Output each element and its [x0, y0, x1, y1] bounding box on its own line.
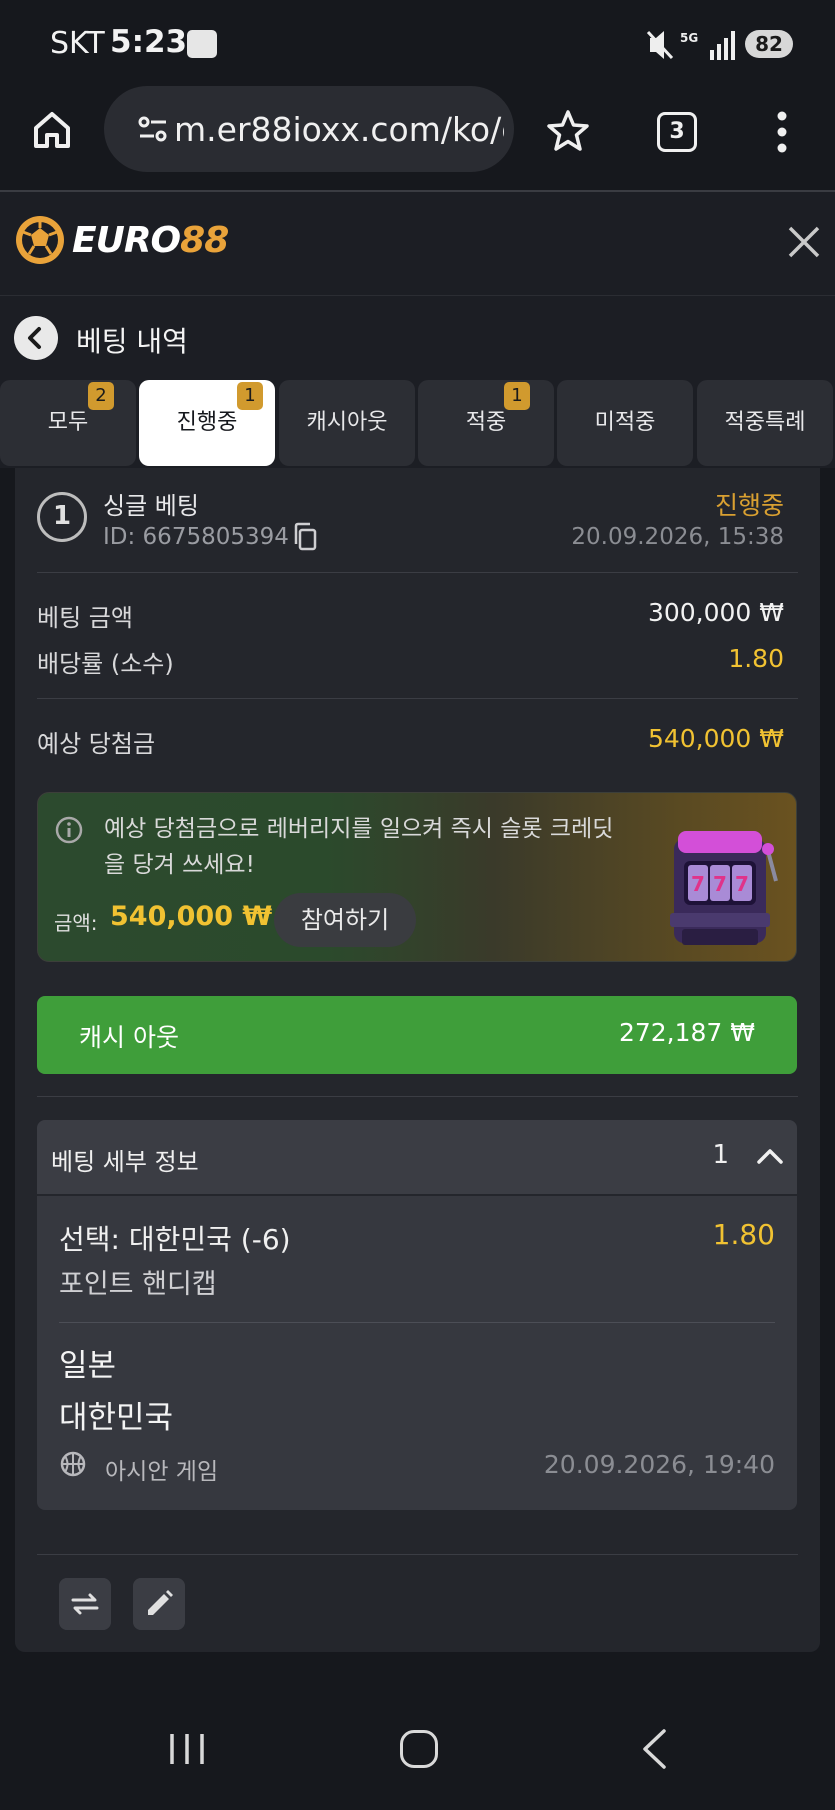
- team-home: 일본: [59, 1348, 117, 1384]
- browser-toolbar: m.er88ioxx.com/ko/c 3: [0, 86, 835, 192]
- count-badge: 2: [88, 382, 114, 410]
- nav-home-icon[interactable]: [400, 1730, 438, 1768]
- promo-amount-label: 금액:: [54, 911, 98, 935]
- tab-won[interactable]: 적중 1: [418, 380, 554, 466]
- home-icon[interactable]: [30, 108, 74, 152]
- back-icon[interactable]: [14, 316, 58, 360]
- more-vert-icon[interactable]: [770, 110, 794, 154]
- basketball-icon: [60, 1451, 86, 1477]
- soccer-ball-icon: [16, 216, 64, 264]
- euro88-logo[interactable]: EURO88: [14, 210, 229, 270]
- url-text: m.er88ioxx.com/ko/c: [174, 110, 504, 149]
- svg-text:7: 7: [713, 872, 727, 896]
- copy-icon[interactable]: [292, 522, 318, 552]
- slot-credit-promo: 예상 당첨금으로 레버리지를 일으켜 즉시 슬롯 크레딧을 당겨 쓰세요! 금액…: [37, 792, 797, 962]
- clock: 5:23: [110, 24, 188, 60]
- cashout-button[interactable]: 캐시 아웃 272,187 ₩: [37, 996, 797, 1074]
- page-title: 베팅 내역: [76, 325, 188, 358]
- divider: [37, 698, 798, 699]
- league-name: 아시안 게임: [105, 1459, 219, 1485]
- edit-icon[interactable]: [133, 1578, 185, 1630]
- tab-label: 진행중: [176, 410, 238, 435]
- bet-date: 20.09.2026, 15:38: [571, 524, 784, 550]
- details-count: 1: [712, 1140, 729, 1170]
- count-badge: 1: [504, 382, 530, 410]
- payout-value: 540,000 ₩: [647, 724, 784, 753]
- promo-text: 예상 당첨금으로 레버리지를 일으켜 즉시 슬롯 크레딧을 당겨 쓰세요!: [104, 816, 614, 878]
- divider: [59, 1322, 775, 1323]
- selection-odds: 1.80: [712, 1218, 775, 1251]
- odds-value: 1.80: [728, 644, 784, 673]
- bet-id: ID: 6675805394: [103, 524, 289, 550]
- tab-label: 미적중: [594, 410, 656, 435]
- tab-switcher-button[interactable]: 3: [657, 112, 697, 152]
- cashout-value: 272,187 ₩: [618, 1018, 755, 1047]
- carrier-label: SKT: [50, 26, 105, 61]
- tab-label: 적중특례: [724, 410, 806, 435]
- logo-text: EURO88: [72, 219, 229, 261]
- tab-cashout[interactable]: 캐시아웃: [279, 380, 415, 466]
- count-badge: 1: [237, 382, 263, 410]
- tab-label: 적중: [465, 410, 507, 435]
- tab-special[interactable]: 적중특례: [697, 380, 833, 466]
- status-bar: SKT 5:23 5G 82: [0, 0, 835, 86]
- bet-card: 1 싱글 베팅 ID: 6675805394 진행중 20.09.2026, 1…: [15, 468, 820, 1652]
- tab-all[interactable]: 모두 2: [0, 380, 136, 466]
- page-header: 베팅 내역: [0, 296, 835, 380]
- tab-label: 캐시아웃: [306, 410, 388, 435]
- divider: [37, 1554, 798, 1555]
- tab-label: 모두: [47, 410, 89, 435]
- svg-text:7: 7: [735, 872, 749, 896]
- team-away: 대한민국: [59, 1400, 174, 1436]
- odds-label: 배당률 (소수): [37, 650, 174, 678]
- tab-lost[interactable]: 미적중: [557, 380, 693, 466]
- divider: [37, 572, 798, 573]
- bet-type: 싱글 베팅: [103, 492, 199, 520]
- join-button[interactable]: 참여하기: [274, 893, 416, 947]
- notification-icon: [187, 30, 217, 58]
- svg-text:7: 7: [691, 872, 705, 896]
- slot-machine-icon: 7 7 7: [670, 831, 778, 945]
- close-icon[interactable]: [786, 224, 822, 260]
- tab-in-progress[interactable]: 진행중 1: [139, 380, 275, 466]
- star-icon[interactable]: [545, 108, 591, 154]
- details-title: 베팅 세부 정보: [51, 1148, 199, 1176]
- stake-value: 300,000 ₩: [647, 598, 784, 627]
- nav-back-icon[interactable]: [640, 1728, 668, 1770]
- nav-recent-icon[interactable]: [168, 1732, 206, 1766]
- match-date: 20.09.2026, 19:40: [543, 1450, 775, 1479]
- address-bar[interactable]: m.er88ioxx.com/ko/c: [104, 86, 514, 172]
- selection-label: 선택: 대한민국 (-6): [59, 1223, 291, 1256]
- stake-label: 베팅 금액: [37, 604, 133, 632]
- bet-filter-tabs: 모두 2 진행중 1 캐시아웃 적중 1 미적중 적중특례: [0, 380, 835, 468]
- payout-label: 예상 당첨금: [37, 730, 156, 758]
- svg-text:5G: 5G: [680, 31, 698, 45]
- promo-amount: 540,000 ₩: [110, 901, 273, 932]
- swap-icon[interactable]: [59, 1578, 111, 1630]
- battery-indicator: 82: [745, 30, 793, 58]
- bet-number: 1: [37, 492, 87, 542]
- signal-icons: 5G: [646, 30, 735, 60]
- bet-details-panel: 선택: 대한민국 (-6) 1.80 포인트 핸디캡 일본 대한민국 아시안 게…: [37, 1196, 797, 1510]
- bet-details-toggle[interactable]: 베팅 세부 정보 1: [37, 1120, 797, 1194]
- chevron-up-icon: [757, 1149, 783, 1164]
- info-icon: [55, 816, 83, 844]
- market-name: 포인트 핸디캡: [59, 1269, 217, 1300]
- bet-status: 진행중: [714, 491, 784, 520]
- divider: [37, 1096, 798, 1097]
- system-nav-bar: [0, 1690, 835, 1810]
- app-header: EURO88: [0, 192, 835, 296]
- cashout-label: 캐시 아웃: [79, 1023, 179, 1052]
- tune-icon[interactable]: [138, 116, 168, 142]
